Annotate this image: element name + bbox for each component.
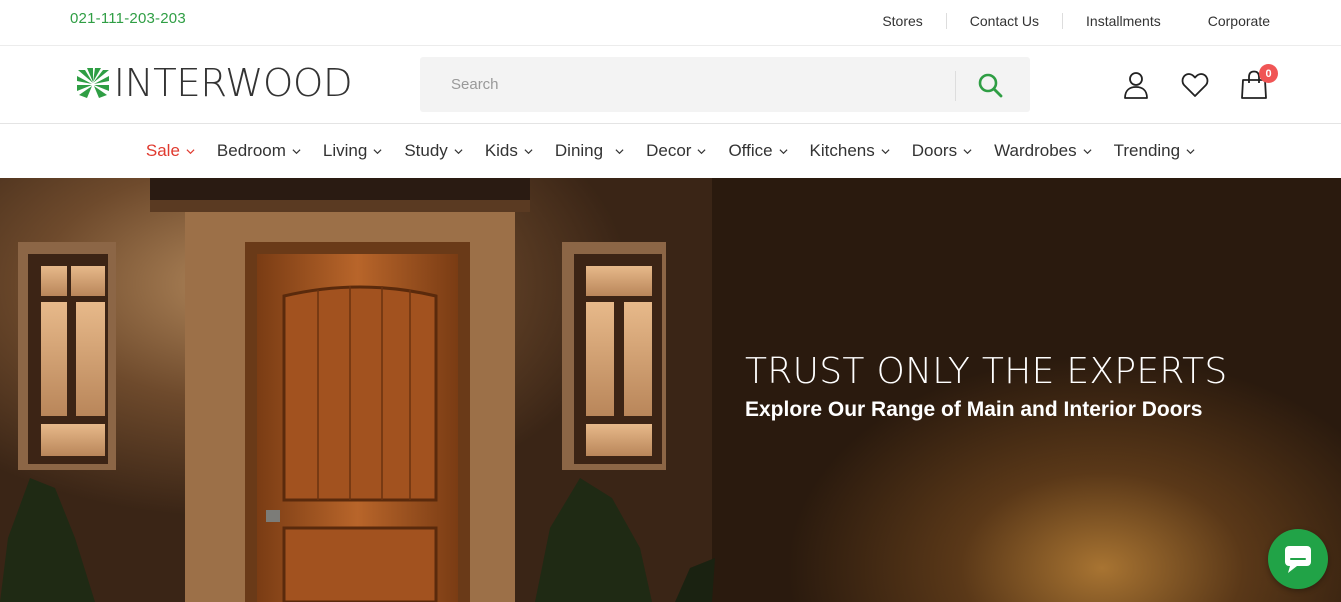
logo[interactable]: INTERWOOD <box>76 61 353 105</box>
divider <box>1184 13 1185 29</box>
search-bar <box>420 57 1030 112</box>
chevron-down-icon <box>1083 148 1092 154</box>
nav-item-kids[interactable]: Kids <box>485 141 533 161</box>
chevron-down-icon <box>697 148 706 154</box>
phone-link[interactable]: 021-111-203-203 <box>70 10 186 27</box>
search-button[interactable] <box>973 69 1007 101</box>
chevron-down-icon <box>186 148 195 154</box>
nav-item-living[interactable]: Living <box>323 141 382 161</box>
cart-count-badge: 0 <box>1259 64 1278 83</box>
user-icon <box>1124 72 1148 99</box>
top-links: Stores Contact Us Installments Corporate <box>882 13 1270 29</box>
nav-item-wardrobes[interactable]: Wardrobes <box>994 141 1092 161</box>
nav-item-office[interactable]: Office <box>728 141 788 161</box>
chat-icon <box>1285 546 1311 573</box>
contact-us-link[interactable]: Contact Us <box>970 13 1039 29</box>
search-input[interactable] <box>420 57 955 112</box>
nav-item-label: Study <box>404 141 448 160</box>
nav-list: Sale Bedroom Living Study Kids Dining De… <box>135 141 1206 161</box>
main-nav: Sale Bedroom Living Study Kids Dining De… <box>0 124 1341 178</box>
nav-item-doors[interactable]: Doors <box>912 141 972 161</box>
chevron-down-icon <box>524 148 533 154</box>
nav-item-label: Kitchens <box>809 141 875 160</box>
hero-title: TRUST ONLY THE EXPERTS <box>745 351 1228 392</box>
header-icons: 0 <box>1121 64 1278 100</box>
nav-item-study[interactable]: Study <box>404 141 463 161</box>
divider <box>945 13 947 29</box>
stores-link[interactable]: Stores <box>882 13 922 29</box>
nav-item-label: Doors <box>911 141 958 160</box>
hero-text: TRUST ONLY THE EXPERTS Explore Our Range… <box>745 352 1228 422</box>
nav-item-label: Wardrobes <box>994 141 1077 160</box>
main-header: INTERWOOD 0 <box>0 46 1341 124</box>
chevron-down-icon <box>454 148 463 154</box>
nav-item-trending[interactable]: Trending <box>1114 141 1195 161</box>
divider <box>1062 13 1064 29</box>
chevron-down-icon <box>963 148 972 154</box>
cart-button[interactable]: 0 <box>1239 64 1278 100</box>
chevron-down-icon <box>1186 148 1195 154</box>
search-icon <box>978 73 1003 98</box>
hero-banner[interactable]: TRUST ONLY THE EXPERTS Explore Our Range… <box>0 178 1341 602</box>
nav-item-kitchens[interactable]: Kitchens <box>810 141 890 161</box>
logo-text: INTERWOOD <box>113 61 353 105</box>
search-divider <box>955 71 956 101</box>
nav-item-label: Bedroom <box>216 141 286 160</box>
nav-item-label: Office <box>728 141 773 160</box>
nav-item-dining[interactable]: Dining <box>555 141 624 161</box>
nav-item-label: Dining <box>554 141 604 160</box>
top-bar: 021-111-203-203 Stores Contact Us Instal… <box>0 0 1341 46</box>
chevron-down-icon <box>373 148 382 154</box>
heart-icon <box>1181 73 1209 97</box>
account-button[interactable] <box>1121 70 1151 100</box>
nav-item-label: Sale <box>145 141 180 160</box>
wishlist-button[interactable] <box>1180 70 1210 100</box>
nav-item-label: Decor <box>646 141 692 160</box>
chat-button[interactable] <box>1268 529 1328 589</box>
nav-item-sale[interactable]: Sale <box>146 141 195 161</box>
chevron-down-icon <box>881 148 890 154</box>
hero-subtitle: Explore Our Range of Main and Interior D… <box>745 397 1203 421</box>
nav-item-label: Kids <box>484 141 518 160</box>
chevron-down-icon <box>779 148 788 154</box>
nav-item-decor[interactable]: Decor <box>646 141 706 161</box>
installments-link[interactable]: Installments <box>1086 13 1161 29</box>
nav-item-label: Trending <box>1113 141 1181 160</box>
nav-item-bedroom[interactable]: Bedroom <box>217 141 301 161</box>
chevron-down-icon <box>615 148 624 154</box>
interwood-leaf-logo <box>77 68 109 98</box>
nav-item-label: Living <box>322 141 368 160</box>
corporate-link[interactable]: Corporate <box>1208 13 1270 29</box>
chevron-down-icon <box>292 148 301 154</box>
